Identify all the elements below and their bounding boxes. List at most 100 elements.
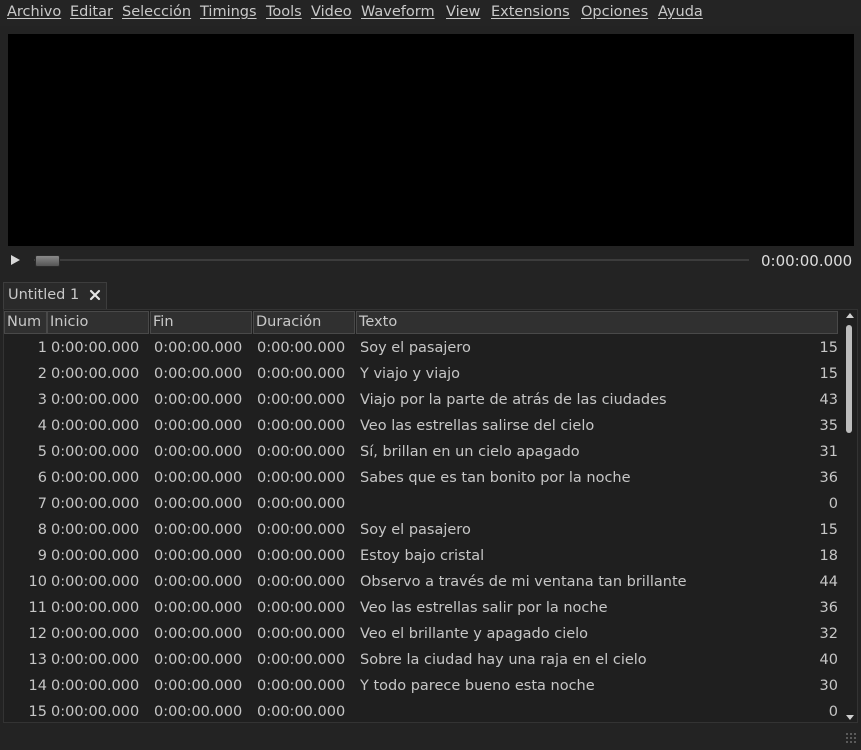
column-header-start[interactable]: Inicio bbox=[47, 311, 149, 334]
cell-text: Sobre la ciudad hay una raja en el cielo bbox=[360, 652, 647, 668]
cell-num: 12 bbox=[28, 626, 47, 642]
cell-num: 5 bbox=[37, 444, 47, 460]
close-icon[interactable] bbox=[88, 288, 102, 302]
table-row[interactable]: 2 0:00:00.000 0:00:00.000 0:00:00.000 Y viaj… bbox=[4, 362, 842, 388]
cell-cps: 30 bbox=[819, 678, 838, 694]
table-row[interactable]: 10 0:00:00.000 0:00:00.000 0:00:00.000 Obser… bbox=[4, 570, 842, 596]
cell-text: Estoy bajo cristal bbox=[360, 548, 485, 564]
column-header-duration[interactable]: Duración bbox=[253, 311, 355, 334]
cell-end: 0:00:00.000 bbox=[154, 418, 243, 434]
cell-num: 15 bbox=[28, 704, 47, 720]
cell-end: 0:00:00.000 bbox=[154, 548, 243, 564]
cell-num: 11 bbox=[28, 600, 47, 616]
cell-start: 0:00:00.000 bbox=[51, 366, 140, 382]
menu-seleccion[interactable]: Selección bbox=[122, 4, 191, 20]
table-row[interactable]: 11 0:00:00.000 0:00:00.000 0:00:00.000 Veo l… bbox=[4, 596, 842, 622]
menu-timings[interactable]: Timings bbox=[200, 4, 257, 20]
cell-text: Soy el pasajero bbox=[360, 340, 471, 356]
cell-duration: 0:00:00.000 bbox=[257, 548, 346, 564]
table-row[interactable]: 9 0:00:00.000 0:00:00.000 0:00:00.000 Estoy … bbox=[4, 544, 842, 570]
cell-cps: 15 bbox=[819, 522, 838, 538]
cell-duration: 0:00:00.000 bbox=[257, 418, 346, 434]
table-row[interactable]: 15 0:00:00.000 0:00:00.000 0:00:00.000 0 bbox=[4, 700, 842, 726]
menu-waveform[interactable]: Waveform bbox=[361, 4, 435, 20]
cell-start: 0:00:00.000 bbox=[51, 600, 140, 616]
cell-duration: 0:00:00.000 bbox=[257, 626, 346, 642]
table-row[interactable]: 7 0:00:00.000 0:00:00.000 0:00:00.000 0 bbox=[4, 492, 842, 518]
play-icon[interactable] bbox=[11, 255, 20, 265]
tab-untitled-1[interactable]: Untitled 1 bbox=[3, 282, 107, 310]
cell-end: 0:00:00.000 bbox=[154, 600, 243, 616]
cell-duration: 0:00:00.000 bbox=[257, 444, 346, 460]
cell-num: 10 bbox=[28, 574, 47, 590]
column-header-end[interactable]: Fin bbox=[150, 311, 252, 334]
vertical-scrollbar[interactable] bbox=[843, 311, 857, 722]
menu-editar[interactable]: Editar bbox=[70, 4, 113, 20]
cell-end: 0:00:00.000 bbox=[154, 470, 243, 486]
cell-cps: 40 bbox=[819, 652, 838, 668]
cell-cps: 35 bbox=[819, 418, 838, 434]
cell-text: Observo a través de mi ventana tan brill… bbox=[360, 574, 687, 590]
cell-text: Veo las estrellas salir por la noche bbox=[360, 600, 608, 616]
table-row[interactable]: 8 0:00:00.000 0:00:00.000 0:00:00.000 Soy el… bbox=[4, 518, 842, 544]
cell-text: Y todo parece bueno esta noche bbox=[360, 678, 595, 694]
table-row[interactable]: 3 0:00:00.000 0:00:00.000 0:00:00.000 Viajo … bbox=[4, 388, 842, 414]
cell-start: 0:00:00.000 bbox=[51, 626, 140, 642]
cell-start: 0:00:00.000 bbox=[51, 470, 140, 486]
seek-handle[interactable] bbox=[35, 255, 60, 267]
cell-start: 0:00:00.000 bbox=[51, 548, 140, 564]
cell-duration: 0:00:00.000 bbox=[257, 522, 346, 538]
cell-num: 1 bbox=[37, 340, 47, 356]
arrow-down-icon[interactable] bbox=[846, 715, 854, 720]
table-row[interactable]: 4 0:00:00.000 0:00:00.000 0:00:00.000 Veo la… bbox=[4, 414, 842, 440]
menu-opciones[interactable]: Opciones bbox=[581, 4, 648, 20]
cell-duration: 0:00:00.000 bbox=[257, 392, 346, 408]
cell-text: Soy el pasajero bbox=[360, 522, 471, 538]
cell-end: 0:00:00.000 bbox=[154, 444, 243, 460]
cell-end: 0:00:00.000 bbox=[154, 392, 243, 408]
cell-cps: 15 bbox=[819, 340, 838, 356]
arrow-up-icon[interactable] bbox=[846, 313, 854, 318]
cell-num: 3 bbox=[37, 392, 47, 408]
cell-num: 2 bbox=[37, 366, 47, 382]
menu-extensions[interactable]: Extensions bbox=[491, 4, 570, 20]
column-header-num[interactable]: Num bbox=[4, 311, 47, 334]
table-row[interactable]: 12 0:00:00.000 0:00:00.000 0:00:00.000 Veo e… bbox=[4, 622, 842, 648]
menu-archivo[interactable]: Archivo bbox=[7, 4, 61, 20]
seek-slider[interactable] bbox=[34, 259, 749, 261]
menu-video[interactable]: Video bbox=[311, 4, 352, 20]
cell-num: 8 bbox=[37, 522, 47, 538]
menu-view[interactable]: View bbox=[446, 4, 480, 20]
cell-duration: 0:00:00.000 bbox=[257, 470, 346, 486]
column-header-text[interactable]: Texto bbox=[356, 311, 838, 334]
cell-end: 0:00:00.000 bbox=[154, 340, 243, 356]
cell-cps: 43 bbox=[819, 392, 838, 408]
cell-start: 0:00:00.000 bbox=[51, 522, 140, 538]
cell-cps: 36 bbox=[819, 470, 838, 486]
resize-grip-icon[interactable] bbox=[846, 733, 858, 745]
table-row[interactable]: 6 0:00:00.000 0:00:00.000 0:00:00.000 Sabes … bbox=[4, 466, 842, 492]
cell-duration: 0:00:00.000 bbox=[257, 496, 346, 512]
cell-duration: 0:00:00.000 bbox=[257, 704, 346, 720]
cell-cps: 0 bbox=[828, 704, 838, 720]
table-row[interactable]: 1 0:00:00.000 0:00:00.000 0:00:00.000 Soy el… bbox=[4, 336, 842, 362]
cell-num: 4 bbox=[37, 418, 47, 434]
cell-start: 0:00:00.000 bbox=[51, 496, 140, 512]
menu-tools[interactable]: Tools bbox=[266, 4, 302, 20]
menu-bar: Archivo Editar Selección Timings Tools V… bbox=[0, 0, 861, 26]
video-display[interactable] bbox=[8, 34, 854, 246]
cell-num: 9 bbox=[37, 548, 47, 564]
cell-text: Viajo por la parte de atrás de las ciuda… bbox=[360, 392, 667, 408]
menu-ayuda[interactable]: Ayuda bbox=[658, 4, 703, 20]
cell-num: 14 bbox=[28, 678, 47, 694]
cell-cps: 31 bbox=[819, 444, 838, 460]
cell-cps: 18 bbox=[819, 548, 838, 564]
cell-end: 0:00:00.000 bbox=[154, 626, 243, 642]
table-row[interactable]: 5 0:00:00.000 0:00:00.000 0:00:00.000 Sí, br… bbox=[4, 440, 842, 466]
table-row[interactable]: 14 0:00:00.000 0:00:00.000 0:00:00.000 Y tod… bbox=[4, 674, 842, 700]
table-row[interactable]: 13 0:00:00.000 0:00:00.000 0:00:00.000 Sobre… bbox=[4, 648, 842, 674]
cell-text: Y viajo y viajo bbox=[360, 366, 461, 382]
cell-duration: 0:00:00.000 bbox=[257, 340, 346, 356]
cell-text: Veo el brillante y apagado cielo bbox=[360, 626, 589, 642]
scrollbar-thumb[interactable] bbox=[846, 325, 852, 433]
